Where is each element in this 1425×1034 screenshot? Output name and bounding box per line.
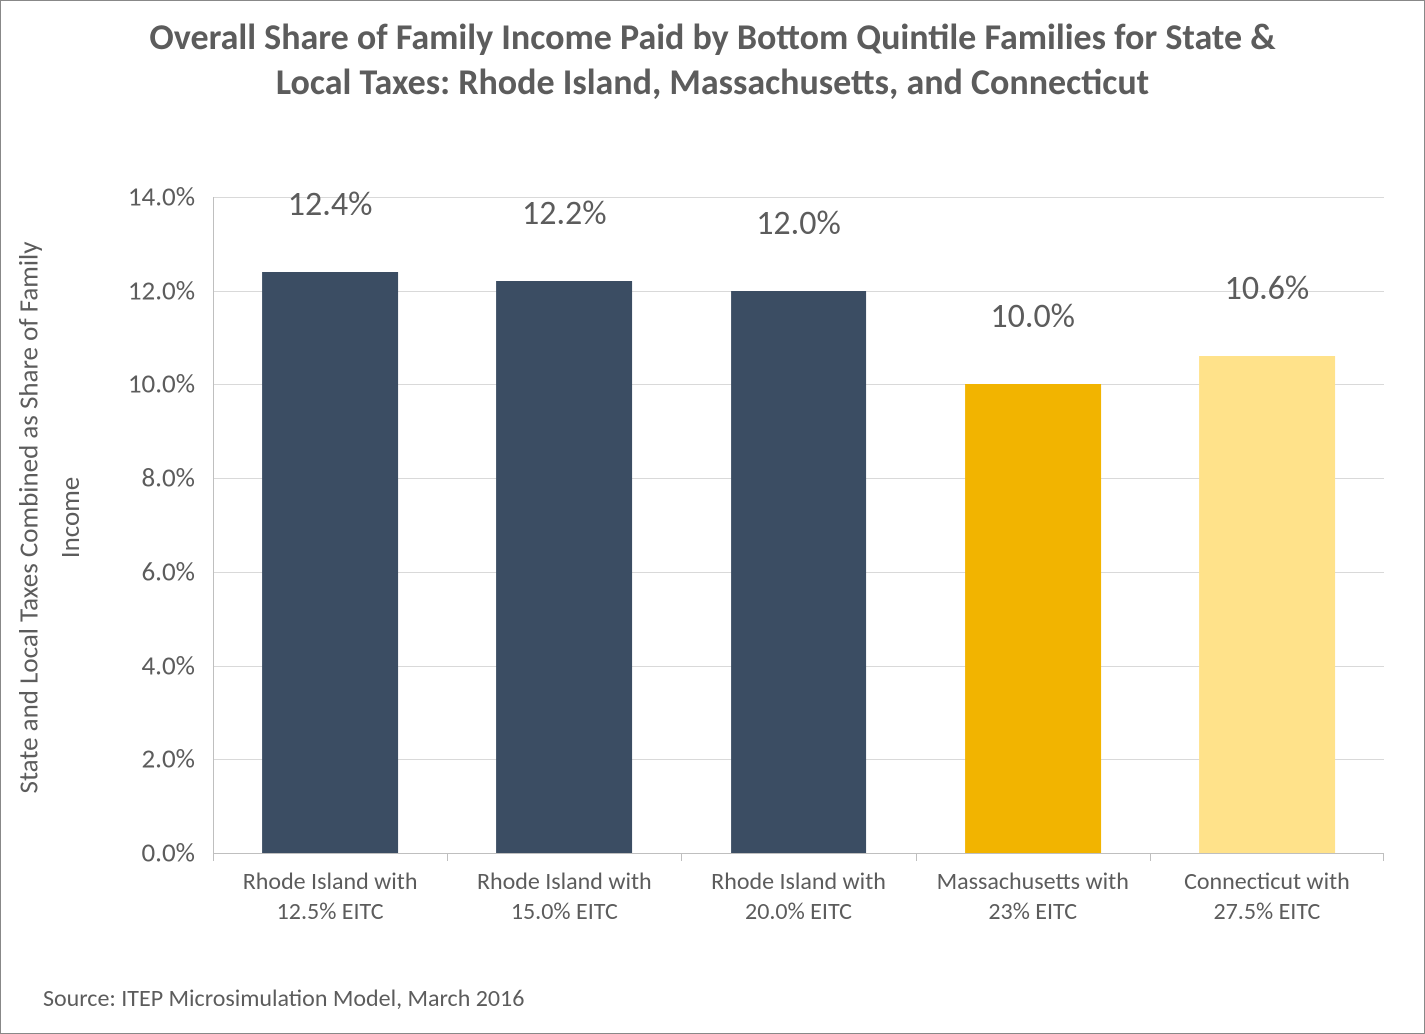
y-axis-label-line2: Income — [53, 1, 89, 1033]
y-tick-label: 6.0% — [142, 555, 196, 588]
y-tick-label: 14.0% — [128, 181, 195, 214]
bar — [731, 291, 867, 853]
x-axis-labels: Rhode Island with 12.5% EITCRhode Island… — [213, 867, 1384, 927]
bar — [496, 281, 632, 853]
x-tick — [213, 853, 214, 861]
y-tick-label: 4.0% — [142, 649, 196, 682]
bar-value-label: 12.0% — [756, 203, 841, 244]
bar-column: 12.2% — [447, 197, 681, 853]
gridline — [213, 853, 1384, 854]
x-tick — [681, 853, 682, 861]
x-tick — [916, 853, 917, 861]
bar-value-label: 12.2% — [522, 193, 607, 234]
bar — [262, 272, 398, 853]
bar — [965, 384, 1101, 853]
y-tick-label: 12.0% — [128, 274, 195, 307]
x-axis-category-label: Connecticut with 27.5% EITC — [1150, 867, 1384, 927]
x-axis-category-label: Rhode Island with 15.0% EITC — [447, 867, 681, 927]
y-tick-label: 2.0% — [142, 743, 196, 776]
y-tick-label: 0.0% — [142, 837, 196, 870]
x-tick — [447, 853, 448, 861]
bar-column: 12.4% — [213, 197, 447, 853]
plot-area: 0.0%2.0%4.0%6.0%8.0%10.0%12.0%14.0% 12.4… — [213, 197, 1384, 853]
chart-source: Source: ITEP Microsimulation Model, Marc… — [43, 984, 524, 1013]
bar-value-label: 10.0% — [990, 296, 1075, 337]
y-axis-label-line1: State and Local Taxes Combined as Share … — [7, 1, 51, 1033]
x-axis-category-label: Rhode Island with 20.0% EITC — [681, 867, 915, 927]
chart-frame: Overall Share of Family Income Paid by B… — [0, 0, 1425, 1034]
y-tick-label: 8.0% — [142, 462, 196, 495]
bar-column: 10.0% — [916, 197, 1150, 853]
chart-title: Overall Share of Family Income Paid by B… — [1, 15, 1424, 105]
bar — [1199, 356, 1335, 853]
x-tick — [1150, 853, 1151, 861]
bar-value-label: 10.6% — [1225, 268, 1310, 309]
x-tick — [1383, 853, 1384, 861]
x-axis-category-label: Massachusetts with 23% EITC — [916, 867, 1150, 927]
x-axis-category-label: Rhode Island with 12.5% EITC — [213, 867, 447, 927]
bar-column: 12.0% — [681, 197, 915, 853]
y-tick-label: 10.0% — [128, 368, 195, 401]
bar-value-label: 12.4% — [288, 184, 373, 225]
bars-container: 12.4%12.2% 12.0% 10.0% 10.6% — [213, 197, 1384, 853]
bar-column: 10.6% — [1150, 197, 1384, 853]
